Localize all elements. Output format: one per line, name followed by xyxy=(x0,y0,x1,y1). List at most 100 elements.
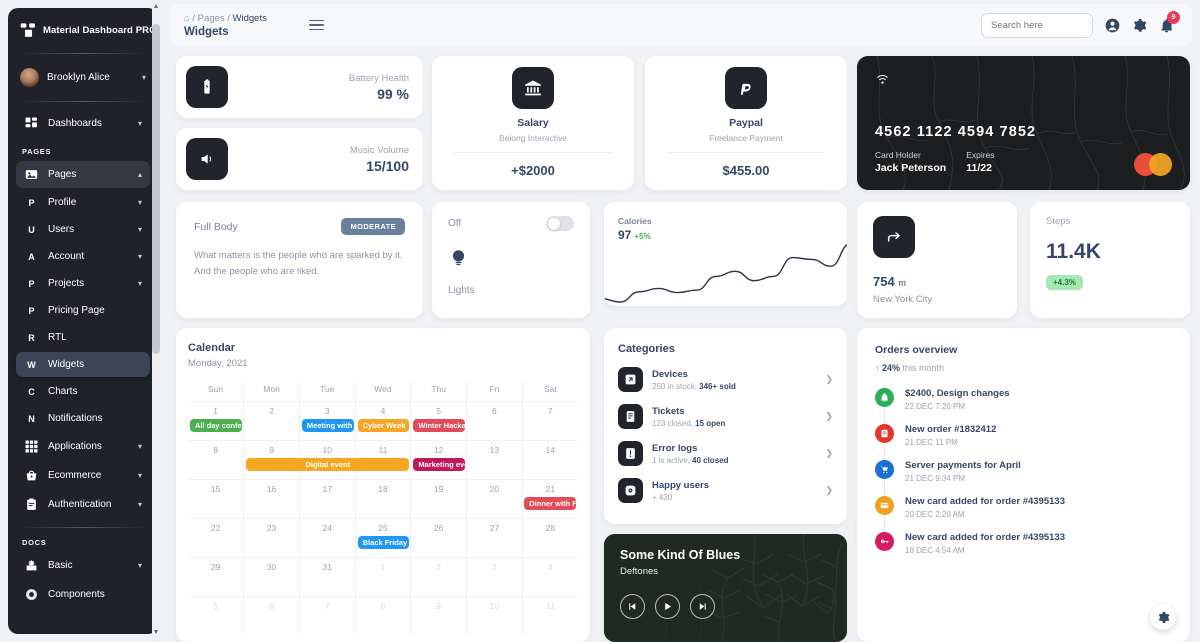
sidebar-scrollbar-thumb[interactable] xyxy=(152,24,160,354)
calendar-day-cell[interactable]: 20 xyxy=(466,479,523,519)
calendar-day-cell[interactable]: 3 xyxy=(466,557,523,597)
steps-card[interactable]: Steps 11.4K +4.3% xyxy=(1030,202,1190,318)
calendar-day-cell[interactable]: 22 xyxy=(188,518,245,558)
calendar-day-cell[interactable]: 11 xyxy=(522,596,578,636)
calendar-day-cell[interactable]: 4 Cyber Week xyxy=(355,401,412,441)
calendar-day-cell[interactable]: 23 xyxy=(243,518,300,558)
calendar-day-cell[interactable]: 7 xyxy=(522,401,578,441)
calendar-day-cell[interactable]: 8 xyxy=(355,596,412,636)
previous-icon[interactable] xyxy=(620,594,645,619)
next-icon[interactable] xyxy=(690,594,715,619)
sidebar-item-dashboards[interactable]: Dashboards ▾ xyxy=(16,110,150,137)
calendar-day-cell[interactable]: 2 xyxy=(410,557,468,597)
calendar-event[interactable]: Winter Hackaton xyxy=(413,419,477,432)
sidebar-item-profile[interactable]: P Profile ▾ xyxy=(16,190,150,215)
calendar-day-cell[interactable]: 31 xyxy=(299,557,356,597)
calendar-day-cell[interactable]: 8 xyxy=(188,440,245,480)
calendar-event[interactable]: Cyber Week xyxy=(357,419,410,432)
calendar-day-cell[interactable]: 7 xyxy=(299,596,356,636)
calendar-day-cell[interactable]: 16 xyxy=(243,479,300,519)
battery-health-card[interactable]: Battery Health 99 % xyxy=(176,56,423,118)
chevron-right-icon[interactable]: ❯ xyxy=(825,485,833,496)
calendar-day-cell[interactable]: 15 xyxy=(188,479,245,519)
scroll-down-arrow-icon[interactable]: ▼ xyxy=(152,628,160,638)
order-description: $2400, Design changes xyxy=(905,388,1010,399)
sidebar-toggle-button[interactable] xyxy=(308,19,324,31)
calendar-day-cell[interactable]: 10 xyxy=(466,596,523,636)
gear-icon[interactable] xyxy=(1132,18,1147,33)
sidebar-item-authentication[interactable]: Authentication ▾ xyxy=(16,491,150,518)
sidebar-user[interactable]: Brooklyn Alice ▾ xyxy=(8,56,158,99)
calendar-day-cell[interactable]: 28 xyxy=(522,518,578,558)
lights-toggle[interactable] xyxy=(546,216,574,231)
scroll-up-arrow-icon[interactable]: ▲ xyxy=(152,2,160,12)
calendar-event[interactable]: Meeting with Mary xyxy=(301,419,372,432)
calendar-day-cell[interactable]: 21 Dinner with Family xyxy=(522,479,590,519)
chevron-right-icon[interactable]: ❯ xyxy=(825,448,833,459)
salary-card[interactable]: Salary Belong Interactive +$2000 xyxy=(432,56,634,190)
calendar-day-cell[interactable]: 5 Winter Hackaton xyxy=(410,401,477,441)
calendar-day-cell[interactable]: 12 Marketing event xyxy=(410,440,475,480)
search-input[interactable] xyxy=(981,12,1093,38)
calendar-day-cell[interactable]: 1 All day conference xyxy=(188,401,262,441)
calendar-day-cell[interactable]: 9 Digital event xyxy=(243,440,410,480)
calendar-day-cell[interactable]: 26 xyxy=(410,518,468,558)
sidebar-item-notifications[interactable]: N Notifications xyxy=(16,406,150,431)
sidebar-item-ecommerce[interactable]: Ecommerce ▾ xyxy=(16,462,150,489)
sidebar-item-rtl[interactable]: R RTL xyxy=(16,325,150,350)
sidebar-item-applications[interactable]: Applications ▾ xyxy=(16,433,150,460)
calendar-day-cell[interactable]: 19 xyxy=(410,479,468,519)
calendar-day-cell[interactable]: 6 xyxy=(243,596,300,636)
distance-card[interactable]: 754 m New York City xyxy=(857,202,1017,318)
music-volume-card[interactable]: Music Volume 15/100 xyxy=(176,128,423,190)
settings-fab-button[interactable] xyxy=(1150,604,1176,630)
calendar-event[interactable]: Digital event xyxy=(246,458,410,471)
calendar-day-cell[interactable]: 4 xyxy=(522,557,578,597)
calendar-event[interactable]: Black Friday xyxy=(357,536,410,549)
calendar-day-cell[interactable]: 9 xyxy=(410,596,468,636)
chevron-right-icon[interactable]: ❯ xyxy=(825,374,833,385)
sidebar-item-account[interactable]: A Account ▾ xyxy=(16,244,150,269)
order-timestamp: 21 DEC 9:34 PM xyxy=(905,474,966,483)
account-icon[interactable] xyxy=(1105,18,1120,33)
calendar-day-cell[interactable]: 30 xyxy=(243,557,300,597)
calendar-event[interactable]: Marketing event xyxy=(413,458,475,471)
calendar-day-cell[interactable]: 24 xyxy=(299,518,356,558)
calendar-day-cell[interactable]: 29 xyxy=(188,557,245,597)
calendar-day-cell[interactable]: 18 xyxy=(355,479,412,519)
breadcrumb-parent[interactable]: Pages xyxy=(198,13,225,24)
chevron-right-icon[interactable]: ❯ xyxy=(825,411,833,422)
sidebar-scroll-area[interactable]: Material Dashboard PRO Brooklyn Alice ▾ … xyxy=(8,8,158,634)
sidebar-divider-1 xyxy=(20,53,146,54)
sidebar-item-pages[interactable]: Pages ▴ xyxy=(16,161,150,188)
credit-card[interactable]: 4562 1122 4594 7852 Card Holder Jack Pet… xyxy=(857,56,1190,190)
sidebar-item-pricing-page[interactable]: P Pricing Page xyxy=(16,298,150,323)
category-row[interactable]: Devices 250 in stock, 346+ sold ❯ xyxy=(618,367,833,392)
calendar-day-cell[interactable]: 14 xyxy=(522,440,578,480)
play-icon[interactable] xyxy=(655,594,680,619)
calendar-event[interactable]: Dinner with Family xyxy=(524,497,590,510)
paypal-card[interactable]: Paypal Freelance Payment $455.00 xyxy=(645,56,847,190)
sidebar-item-basic[interactable]: Basic ▾ xyxy=(16,552,150,579)
calendar-day-cell[interactable]: 5 xyxy=(188,596,245,636)
calendar-day-cell[interactable]: 27 xyxy=(466,518,523,558)
calendar-day-cell[interactable]: 17 xyxy=(299,479,356,519)
sidebar-docs-list: Basic ▾ Components xyxy=(8,552,158,608)
sidebar-item-widgets[interactable]: W Widgets xyxy=(16,352,150,377)
category-row[interactable]: Error logs 1 is active, 40 closed ❯ xyxy=(618,441,833,466)
brand[interactable]: Material Dashboard PRO xyxy=(8,8,158,51)
notifications-icon[interactable]: 9 xyxy=(1159,10,1180,33)
category-row[interactable]: Tickets 123 closed, 15 open ❯ xyxy=(618,404,833,429)
sidebar-item-components[interactable]: Components xyxy=(16,581,150,608)
home-icon[interactable]: ⌂ xyxy=(184,13,190,24)
calendar-day-cell[interactable]: 1 xyxy=(355,557,412,597)
sidebar-item-users[interactable]: U Users ▾ xyxy=(16,217,150,242)
category-row[interactable]: Happy users + 430 ❯ xyxy=(618,478,833,503)
calendar-day-cell[interactable]: 25 Black Friday xyxy=(355,518,412,558)
calendar-event[interactable]: All day conference xyxy=(190,419,262,432)
calendar-day-cell[interactable]: 3 Meeting with Mary xyxy=(299,401,372,441)
full-body-title: Full Body xyxy=(194,220,238,233)
sidebar-item-projects[interactable]: P Projects ▾ xyxy=(16,271,150,296)
sidebar-item-charts[interactable]: C Charts xyxy=(16,379,150,404)
order-text-group: Server payments for April 21 DEC 9:34 PM xyxy=(905,460,1021,483)
